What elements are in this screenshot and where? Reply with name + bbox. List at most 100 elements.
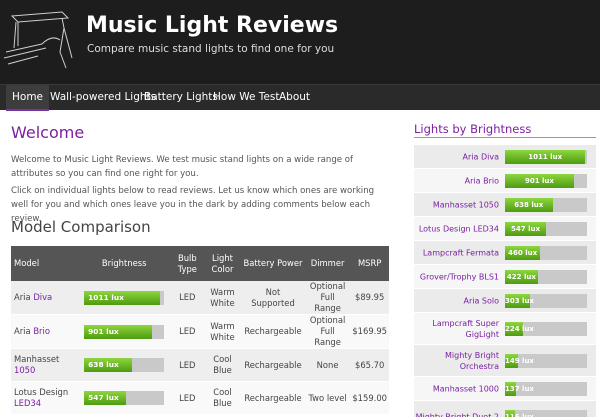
brightness-cell: 547 lux [77, 381, 171, 415]
nav-item-about[interactable]: About [273, 85, 316, 111]
dimmer-cell: Optional Full Range [304, 281, 351, 315]
brightness-cell: 901 lux [77, 314, 171, 349]
sidebar-item[interactable]: Manhasset 1050 638 lux [414, 193, 596, 217]
sidebar-item-name[interactable]: Lotus Design LED34 [414, 223, 499, 234]
sidebar-item-name[interactable]: Aria Solo [414, 295, 499, 306]
site-title[interactable]: Music Light Reviews [86, 13, 338, 38]
brightness-bar: 1011 lux [84, 290, 165, 305]
sidebar-item-name[interactable]: Mighty Bright Orchestra [414, 350, 499, 372]
brightness-cell: 638 lux [77, 348, 171, 382]
brightness-lux-label: 901 lux [88, 326, 119, 336]
sidebar-item-name[interactable]: Mighty Bright Duet 2 [414, 411, 499, 417]
model-link[interactable]: 1050 [14, 365, 35, 375]
brand-name: Aria [14, 292, 31, 302]
sidebar-brightness-bar: 137 lux [505, 381, 587, 396]
brightness-bar: 547 lux [84, 391, 165, 405]
model-cell: Lotus Design LED34 [11, 381, 78, 415]
bulb-type-cell: LED [170, 381, 204, 415]
sidebar-item[interactable]: Aria Diva 1011 lux [414, 145, 596, 169]
sidebar-item[interactable]: Aria Brio 901 lux [414, 169, 596, 193]
table-row: Aria Diva 1011 lux LED Warm White Not Suppor… [11, 281, 389, 315]
brightness-lux-label: 1011 lux [88, 292, 124, 302]
light-color-cell: Cool Blue [203, 381, 242, 415]
sidebar-lux-label: 547 lux [511, 224, 540, 233]
battery-power-cell: Rechargeable [241, 348, 305, 382]
light-color-cell: Cool Blue [203, 348, 242, 382]
sidebar-brightness-bar: 901 lux [505, 173, 587, 188]
sidebar-lux-label: 1011 lux [528, 152, 563, 161]
brand-name: Aria [14, 326, 31, 336]
msrp-cell: $65.70 [350, 348, 389, 382]
sidebar-item[interactable]: Aria Solo 303 lux [414, 289, 596, 313]
sidebar-item-name[interactable]: Lampcraft Super GigLight [414, 318, 499, 340]
sidebar-item[interactable]: Manhasset 1000 137 lux [414, 377, 596, 401]
sidebar-brightness-bar: 303 lux [505, 293, 587, 308]
brand-name: Lotus Design [14, 387, 69, 397]
sidebar-lux-label: 901 lux [524, 176, 554, 185]
nav-item-home[interactable]: Home [6, 85, 50, 111]
sidebar-item[interactable]: Grover/Trophy BLS1 422 lux [414, 265, 596, 289]
table-row: Lotus Design LED34 547 lux LED Cool Blue Rec… [11, 381, 389, 415]
sidebar-item[interactable]: Lotus Design LED34 547 lux [414, 217, 596, 241]
model-link[interactable]: Brio [33, 326, 50, 336]
light-color-cell: Warm White [203, 314, 242, 349]
brightness-bar: 638 lux [84, 358, 165, 372]
brightness-lux-label: 638 lux [88, 360, 119, 369]
model-cell: Aria Diva [11, 281, 78, 315]
sidebar-item[interactable]: Lampcraft Super GigLight 224 lux [414, 313, 596, 345]
sidebar-lux-label: 137 lux [505, 384, 534, 393]
sidebar-item-name[interactable]: Aria Brio [414, 175, 499, 186]
column-header-dimmer[interactable]: Dimmer [304, 246, 351, 281]
sidebar-item[interactable]: Mighty Bright Orchestra 149 lux [414, 345, 596, 377]
sidebar-lux-label: 149 lux [505, 356, 534, 365]
msrp-cell: $169.95 [350, 314, 389, 349]
column-header-light-color[interactable]: Light Color [203, 246, 242, 281]
music-stand-lamp-logo-icon[interactable] [2, 8, 80, 74]
sidebar-brightness-bar: 547 lux [505, 221, 587, 236]
dimmer-cell: Optional Full Range [304, 314, 351, 349]
column-header-msrp[interactable]: MSRP [350, 246, 389, 281]
intro-paragraph: Welcome to Music Light Reviews. We test … [11, 155, 354, 179]
sidebar-brightness-bar: 116 lux [505, 409, 587, 417]
sidebar-item-name[interactable]: Manhasset 1050 [414, 199, 499, 210]
msrp-cell: $89.95 [350, 281, 389, 315]
sidebar-divider [414, 137, 596, 138]
table-row: Manhasset 1050 638 lux LED Cool Blue Recharg… [11, 348, 389, 382]
column-header-battery-power[interactable]: Battery Power [241, 246, 305, 281]
column-header-model[interactable]: Model [11, 246, 78, 281]
sidebar-item-name[interactable]: Lampcraft Fermata [414, 247, 499, 258]
sidebar-title: Lights by Brightness [414, 122, 532, 136]
sidebar-item[interactable]: Mighty Bright Duet 2 116 lux [414, 401, 596, 417]
sidebar-item[interactable]: Lampcraft Fermata 460 lux [414, 241, 596, 265]
sidebar-lux-label: 116 lux [505, 412, 534, 417]
dimmer-cell: Two level [304, 381, 351, 415]
site-header: Music Light Reviews Compare music stand … [0, 0, 600, 84]
table-row: Aria Brio 901 lux LED Warm White Rechargeabl… [11, 314, 389, 349]
sidebar-brightness-bar: 149 lux [505, 353, 587, 368]
battery-power-cell: Not Supported [241, 281, 305, 315]
model-link[interactable]: LED34 [14, 398, 41, 408]
sidebar-brightness-bar: 1011 lux [505, 149, 587, 164]
bulb-type-cell: LED [170, 348, 204, 382]
model-comparison-heading: Model Comparison [11, 218, 151, 236]
column-header-brightness[interactable]: Brightness [77, 246, 171, 281]
msrp-cell: $159.00 [350, 381, 389, 415]
sidebar-item-name[interactable]: Aria Diva [414, 151, 499, 162]
brightness-ranking-list: Aria Diva 1011 lux Aria Brio 901 lux Manhass… [414, 145, 596, 417]
sidebar-item-name[interactable]: Manhasset 1000 [414, 383, 499, 394]
model-link[interactable]: Diva [33, 292, 52, 302]
sidebar-brightness-bar: 638 lux [505, 197, 587, 212]
battery-power-cell: Rechargeable [241, 381, 305, 415]
light-color-cell: Warm White [203, 281, 242, 315]
column-header-bulb-type[interactable]: Bulb Type [170, 246, 204, 281]
dimmer-cell: None [304, 348, 351, 382]
sidebar-brightness-bar: 224 lux [505, 321, 587, 336]
sidebar-item-name[interactable]: Grover/Trophy BLS1 [414, 271, 499, 282]
model-comparison-table: Model Brightness Bulb Type Light Color B… [11, 246, 389, 415]
bulb-type-cell: LED [170, 281, 204, 315]
battery-power-cell: Rechargeable [241, 314, 305, 349]
site-tagline: Compare music stand lights to find one f… [87, 43, 335, 55]
main-nav: Home Wall-powered Lights Battery Lights … [0, 84, 600, 111]
model-cell: Aria Brio [11, 314, 78, 349]
bulb-type-cell: LED [170, 314, 204, 349]
